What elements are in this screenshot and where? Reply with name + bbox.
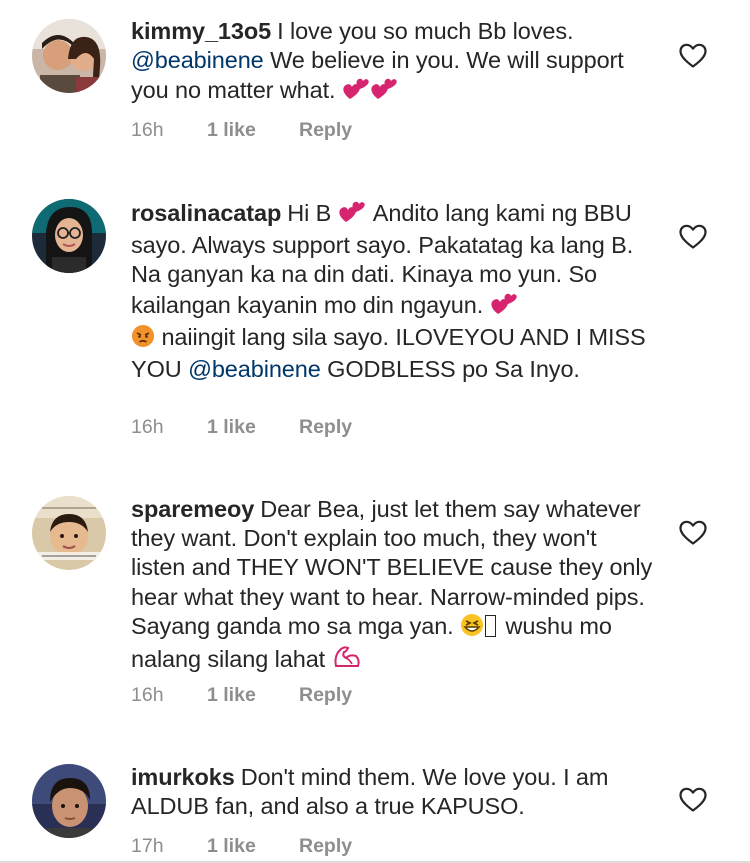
like-heart-icon[interactable] — [679, 520, 707, 546]
grinning-squinting-face-emoji — [460, 613, 484, 644]
avatar[interactable] — [32, 496, 106, 570]
comment-text: sparemeoy Dear Bea, just let them say wha… — [131, 495, 656, 677]
likes-count-link[interactable]: 1 like — [207, 119, 299, 142]
reply-button[interactable]: Reply — [299, 416, 352, 439]
comment-text: kimmy_13o5 I love you so much Bb loves. @… — [131, 17, 656, 109]
like-heart-icon[interactable] — [679, 787, 707, 813]
reply-button[interactable]: Reply — [299, 835, 352, 858]
mention-link[interactable]: @beabinene — [131, 47, 264, 73]
comment-text: imurkoks Don't mind them. We love you. I … — [131, 763, 656, 821]
avatar[interactable] — [32, 19, 106, 93]
reply-button[interactable]: Reply — [299, 684, 352, 707]
likes-count-link[interactable]: 1 like — [207, 835, 299, 858]
comment-username[interactable]: imurkoks — [131, 764, 235, 790]
flexed-biceps-emoji — [332, 644, 362, 677]
comment-username[interactable]: rosalinacatap — [131, 200, 281, 226]
like-heart-icon[interactable] — [679, 43, 707, 69]
avatar[interactable] — [32, 199, 106, 273]
mention-link[interactable]: @beabinene — [188, 356, 321, 382]
comment-text-part: I love you so much Bb loves. — [277, 18, 574, 44]
two-hearts-emoji — [342, 75, 400, 108]
comment-meta: 16h 1 like Reply — [131, 416, 352, 439]
two-hearts-emoji — [490, 290, 520, 323]
comment-meta: 16h 1 like Reply — [131, 119, 352, 142]
likes-count-link[interactable]: 1 like — [207, 416, 299, 439]
comment-text-part: Hi B — [287, 200, 332, 226]
comment-username[interactable]: kimmy_13o5 — [131, 18, 271, 44]
missing-glyph — [485, 614, 497, 637]
comment-text: rosalinacatap Hi B Andito lang kami ng BB… — [131, 198, 656, 384]
comment-time: 16h — [131, 416, 164, 438]
two-hearts-emoji — [338, 198, 368, 231]
avatar[interactable] — [32, 764, 106, 838]
comment-username[interactable]: sparemeoy — [131, 496, 254, 522]
comment-time: 17h — [131, 835, 164, 857]
comment-text-part: GODBLESS po Sa Inyo. — [327, 356, 580, 383]
likes-count-link[interactable]: 1 like — [207, 684, 299, 707]
comment-time: 16h — [131, 684, 164, 706]
comment-meta: 17h 1 like Reply — [131, 835, 352, 858]
like-heart-icon[interactable] — [679, 224, 707, 250]
comment-meta: 16h 1 like Reply — [131, 684, 352, 707]
pouting-face-emoji — [131, 324, 155, 355]
reply-button[interactable]: Reply — [299, 119, 352, 142]
comment-time: 16h — [131, 119, 164, 141]
